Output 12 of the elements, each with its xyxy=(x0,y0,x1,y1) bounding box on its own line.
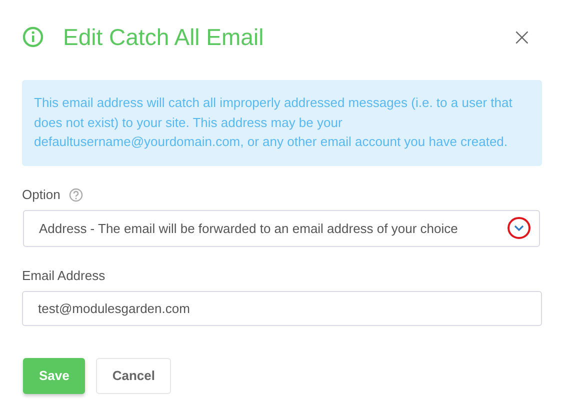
email-field[interactable]: test@modulesgarden.com xyxy=(22,290,542,326)
select-value: Address - The email will be forwarded to an email address of your choice xyxy=(39,220,459,236)
field-label: Option xyxy=(22,187,60,202)
cancel-button[interactable]: Cancel xyxy=(96,358,172,394)
info-message: This email address will catch all improperly addressed messages (i.e. to a user that does not exist) to your site. This address may be your defaultusername@yourdomain.com, or any other email account you have created. xyxy=(22,80,542,166)
info-icon xyxy=(22,26,44,48)
field-label: Email Address xyxy=(22,268,106,283)
dialog-title: Edit Catch All Email xyxy=(63,24,265,50)
help-icon[interactable] xyxy=(69,188,84,202)
option-select[interactable]: Address - The email will be forwarded to an email address of your choice xyxy=(23,210,540,246)
chevron-icon xyxy=(514,225,524,231)
close-button[interactable]: × xyxy=(512,25,542,49)
